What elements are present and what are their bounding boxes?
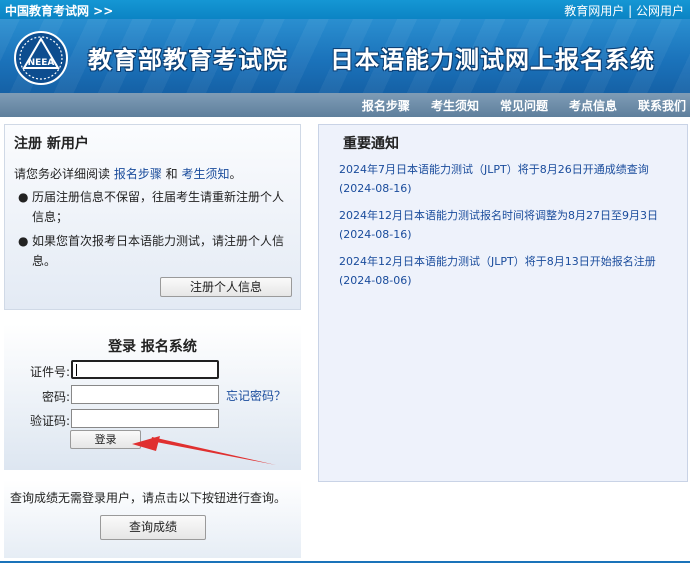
list-item: ● 如果您首次报考日本语能力测试，请注册个人信息。 <box>14 231 294 271</box>
top-strip: 中国教育考试网 >> 教育网用户 | 公网用户 <box>0 0 690 19</box>
register-intro: 请您务必详细阅读 报名步骤 和 考生须知。 <box>14 165 242 182</box>
notice-date: (2024-08-16) <box>339 228 412 241</box>
notices-title: 重要通知 <box>343 136 399 152</box>
register-button[interactable]: 注册个人信息 <box>160 277 292 297</box>
captcha-label: 验证码: <box>29 414 70 428</box>
notices-panel: 重要通知 2024年7月日本语能力测试（JLPT）将于8月26日开通成绩查询 (… <box>318 124 688 482</box>
login-panel: 登录 报名系统 证件号: 密码: 忘记密码？ 验证码: 登录 <box>4 324 301 470</box>
org-title: 教育部教育考试院 <box>88 46 288 74</box>
nav-item-faq[interactable]: 常见问题 <box>500 97 548 114</box>
list-item: 2024年12月日本语能力测试报名时间将调整为8月27日至9月3日 (2024-… <box>339 206 684 244</box>
score-query-text: 查询成绩无需登录用户，请点击以下按钮进行查询。 <box>10 491 287 505</box>
forgot-password-link[interactable]: 忘记密码？ <box>226 387 286 404</box>
note-text: 如果您首次报考日本语能力测试，请注册个人信息。 <box>32 234 285 268</box>
score-query-panel: 查询成绩无需登录用户，请点击以下按钮进行查询。 查询成绩 <box>4 480 301 558</box>
header-banner: NEEA 教育部教育考试院 日本语能力测试网上报名系统 <box>0 19 690 93</box>
bullet-icon: ● <box>18 234 29 248</box>
registration-steps-link[interactable]: 报名步骤 <box>114 167 162 181</box>
separator: | <box>628 4 633 18</box>
text-caret <box>76 364 77 376</box>
notice-link[interactable]: 2024年7月日本语能力测试（JLPT）将于8月26日开通成绩查询 <box>339 160 684 179</box>
logo-text: NEEA <box>28 58 55 68</box>
id-number-label: 证件号: <box>29 365 70 379</box>
site-home-link[interactable]: 中国教育考试网 >> <box>5 2 113 19</box>
login-title: 登录 报名系统 <box>108 339 197 355</box>
register-notes: ● 历届注册信息不保留，往届考生请重新注册个人信息； ● 如果您首次报考日本语能力测… <box>14 187 294 275</box>
register-title: 注册 新用户 <box>14 136 89 152</box>
password-input[interactable] <box>71 385 219 404</box>
candidate-notice-link[interactable]: 考生须知 <box>181 167 229 181</box>
edu-network-user-link[interactable]: 教育网用户 <box>564 4 624 18</box>
intro-and: 和 <box>161 167 182 181</box>
list-item: 2024年7月日本语能力测试（JLPT）将于8月26日开通成绩查询 (2024-… <box>339 160 684 198</box>
notice-date: (2024-08-06) <box>339 274 412 287</box>
captcha-input[interactable] <box>71 409 219 428</box>
note-text: 历届注册信息不保留，往届考生请重新注册个人信息； <box>32 190 285 224</box>
main-nav: 报名步骤 考生须知 常见问题 考点信息 联系我们 <box>0 93 690 117</box>
intro-text: 请您务必详细阅读 <box>14 167 114 181</box>
notice-link[interactable]: 2024年12月日本语能力测试（JLPT）将于8月13日开始报名注册 <box>339 252 684 271</box>
notice-link[interactable]: 2024年12月日本语能力测试报名时间将调整为8月27日至9月3日 <box>339 206 684 225</box>
public-network-user-link[interactable]: 公网用户 <box>636 4 684 18</box>
bullet-icon: ● <box>18 190 29 204</box>
query-score-button[interactable]: 查询成绩 <box>100 515 206 540</box>
system-title: 日本语能力测试网上报名系统 <box>330 46 655 74</box>
neea-logo: NEEA <box>14 31 68 85</box>
nav-item-contact-us[interactable]: 联系我们 <box>638 97 686 114</box>
nav-item-test-centers[interactable]: 考点信息 <box>569 97 617 114</box>
intro-suffix: 。 <box>229 167 242 181</box>
nav-item-candidate-notice[interactable]: 考生须知 <box>431 97 479 114</box>
list-item: 2024年12月日本语能力测试（JLPT）将于8月13日开始报名注册 (2024… <box>339 252 684 290</box>
nav-item-registration-steps[interactable]: 报名步骤 <box>362 97 410 114</box>
notices-list: 2024年7月日本语能力测试（JLPT）将于8月26日开通成绩查询 (2024-… <box>339 160 684 298</box>
login-button[interactable]: 登录 <box>70 430 141 449</box>
user-type-links: 教育网用户 | 公网用户 <box>564 2 684 19</box>
password-label: 密码: <box>41 390 70 404</box>
register-panel: 注册 新用户 请您务必详细阅读 报名步骤 和 考生须知。 ● 历届注册信息不保留，… <box>4 124 301 310</box>
list-item: ● 历届注册信息不保留，往届考生请重新注册个人信息； <box>14 187 294 227</box>
id-number-input[interactable] <box>71 360 219 379</box>
notice-date: (2024-08-16) <box>339 182 412 195</box>
